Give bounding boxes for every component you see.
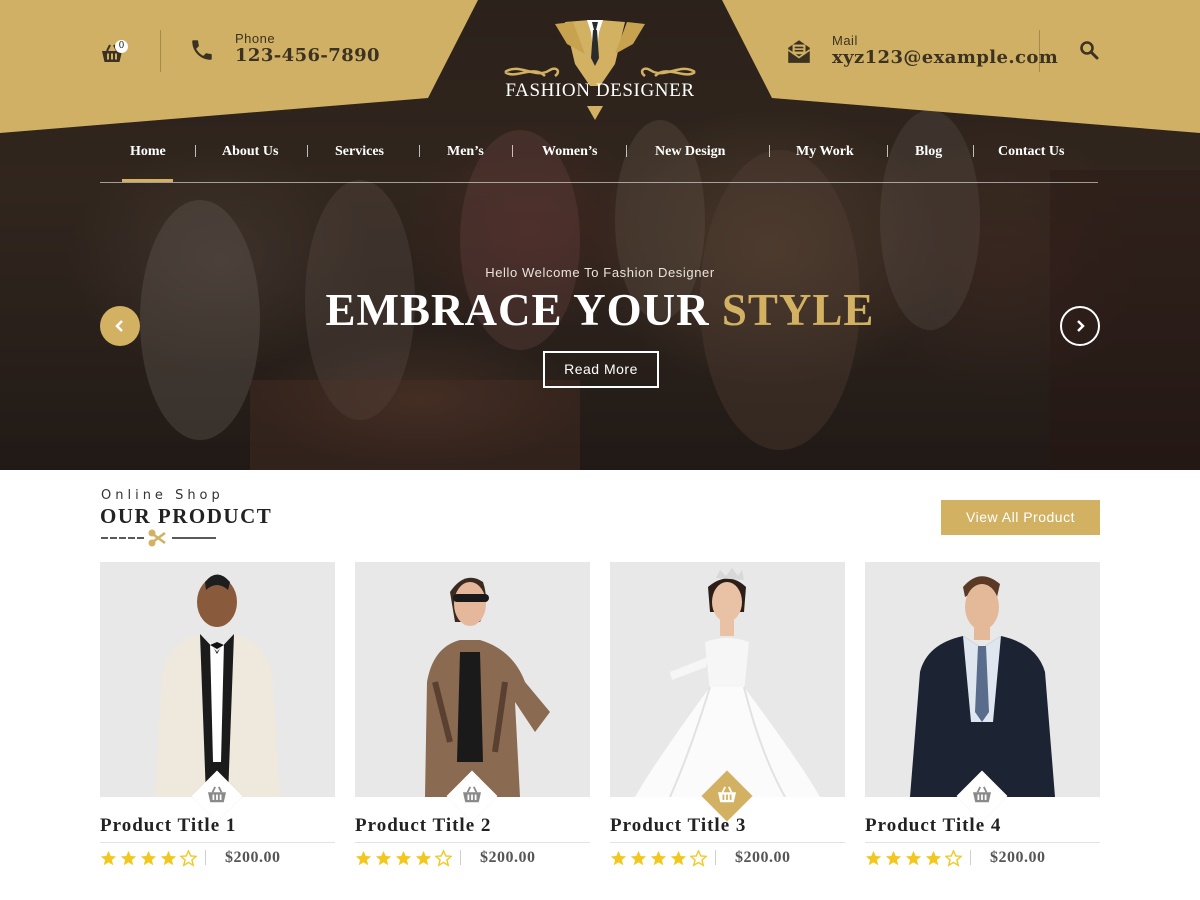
product-title[interactable]: Product Title 1 xyxy=(100,815,236,837)
basket-icon xyxy=(718,786,736,803)
phone-number[interactable]: 123-456-7890 xyxy=(235,45,380,66)
slider-next-button[interactable] xyxy=(1060,306,1100,346)
basket-icon xyxy=(463,786,481,803)
view-all-product-button[interactable]: View All Product xyxy=(941,500,1100,535)
product-rating xyxy=(100,850,200,868)
star-outline-icon xyxy=(180,850,197,867)
nav-separator xyxy=(307,145,308,157)
star-icon xyxy=(650,850,667,866)
nav-underline xyxy=(100,182,1098,183)
star-icon xyxy=(670,850,687,866)
star-outline-icon xyxy=(945,850,962,867)
star-icon xyxy=(905,850,922,866)
star-icon xyxy=(865,850,882,866)
slider-prev-button[interactable] xyxy=(100,306,140,346)
product-title[interactable]: Product Title 3 xyxy=(610,815,746,837)
chevron-left-icon xyxy=(115,320,123,332)
product-price: $200.00 xyxy=(225,849,281,866)
hero-title-main: EMBRACE YOUR xyxy=(325,285,722,335)
star-icon xyxy=(375,850,392,866)
nav-separator xyxy=(973,145,974,157)
nav-item-new-design[interactable]: New Design xyxy=(655,144,725,160)
product-rating xyxy=(355,850,455,868)
nav-item-my-work[interactable]: My Work xyxy=(796,144,854,160)
nav-item-contact-us[interactable]: Contact Us xyxy=(998,144,1065,160)
scissors-icon xyxy=(148,529,166,547)
nav-separator xyxy=(769,145,770,157)
header-divider xyxy=(1039,30,1040,72)
product-image[interactable] xyxy=(100,562,335,797)
hero-title: EMBRACE YOUR STYLE xyxy=(0,284,1200,336)
section-title: OUR PRODUCT xyxy=(100,504,273,528)
product-card[interactable]: Product Title 2 $200.00 xyxy=(355,562,590,882)
product-image[interactable] xyxy=(610,562,845,797)
rating-price-separator xyxy=(970,850,971,865)
nav-separator xyxy=(195,145,196,157)
star-icon xyxy=(925,850,942,866)
star-icon xyxy=(355,850,372,866)
nav-separator xyxy=(626,145,627,157)
hero-title-accent: STYLE xyxy=(721,285,875,335)
star-outline-icon xyxy=(435,850,452,867)
section-divider xyxy=(101,529,216,547)
product-divider xyxy=(355,842,590,843)
star-icon xyxy=(100,850,117,866)
mail-icon xyxy=(787,40,811,63)
hero-slider: 0 Phone 123-456-7890 FASHION DESIGNER Ma… xyxy=(0,0,1200,470)
nav-item-services[interactable]: Services xyxy=(335,144,384,160)
star-outline-icon xyxy=(690,850,707,867)
phone-label: Phone xyxy=(235,31,276,46)
main-nav: Home About Us Services Men’s Women’s New… xyxy=(100,130,1098,182)
phone-icon xyxy=(192,40,212,60)
nav-separator xyxy=(887,145,888,157)
product-rating xyxy=(865,850,965,868)
star-icon xyxy=(630,850,647,866)
mail-address[interactable]: xyz123@example.com xyxy=(832,47,1058,68)
read-more-button[interactable]: Read More xyxy=(543,351,659,388)
star-icon xyxy=(610,850,627,866)
chevron-right-icon xyxy=(1077,320,1085,332)
product-card[interactable]: Product Title 1 $200.00 xyxy=(100,562,335,882)
nav-item-womens[interactable]: Women’s xyxy=(542,144,597,160)
product-card[interactable]: Product Title 4 $200.00 xyxy=(865,562,1100,882)
nav-separator xyxy=(419,145,420,157)
logo-emblem[interactable] xyxy=(495,14,705,124)
rating-price-separator xyxy=(715,850,716,865)
rating-price-separator xyxy=(205,850,206,865)
search-icon[interactable] xyxy=(1079,40,1099,60)
product-card[interactable]: Product Title 3 $200.00 xyxy=(610,562,845,882)
product-title[interactable]: Product Title 2 xyxy=(355,815,491,837)
mail-label: Mail xyxy=(832,33,858,48)
rating-price-separator xyxy=(460,850,461,865)
product-price: $200.00 xyxy=(480,849,536,866)
nav-separator xyxy=(512,145,513,157)
product-image[interactable] xyxy=(865,562,1100,797)
star-icon xyxy=(160,850,177,866)
product-price: $200.00 xyxy=(990,849,1046,866)
product-title[interactable]: Product Title 4 xyxy=(865,815,1001,837)
star-icon xyxy=(120,850,137,866)
nav-item-blog[interactable]: Blog xyxy=(915,144,942,160)
star-icon xyxy=(140,850,157,866)
product-divider xyxy=(100,842,335,843)
star-icon xyxy=(415,850,432,866)
product-price: $200.00 xyxy=(735,849,791,866)
hero-subtitle: Hello Welcome To Fashion Designer xyxy=(485,265,715,280)
product-divider xyxy=(610,842,845,843)
basket-icon xyxy=(208,786,226,803)
product-rating xyxy=(610,850,710,868)
nav-item-about-us[interactable]: About Us xyxy=(222,144,278,160)
product-image[interactable] xyxy=(355,562,590,797)
nav-item-home[interactable]: Home xyxy=(130,144,166,160)
logo-text[interactable]: FASHION DESIGNER xyxy=(470,80,730,102)
star-icon xyxy=(885,850,902,866)
basket-icon xyxy=(973,786,991,803)
product-divider xyxy=(865,842,1100,843)
nav-item-mens[interactable]: Men’s xyxy=(447,144,484,160)
section-eyebrow: Online Shop xyxy=(101,488,224,503)
star-icon xyxy=(395,850,412,866)
cart-count-badge: 0 xyxy=(115,40,128,53)
header-divider xyxy=(160,30,161,72)
